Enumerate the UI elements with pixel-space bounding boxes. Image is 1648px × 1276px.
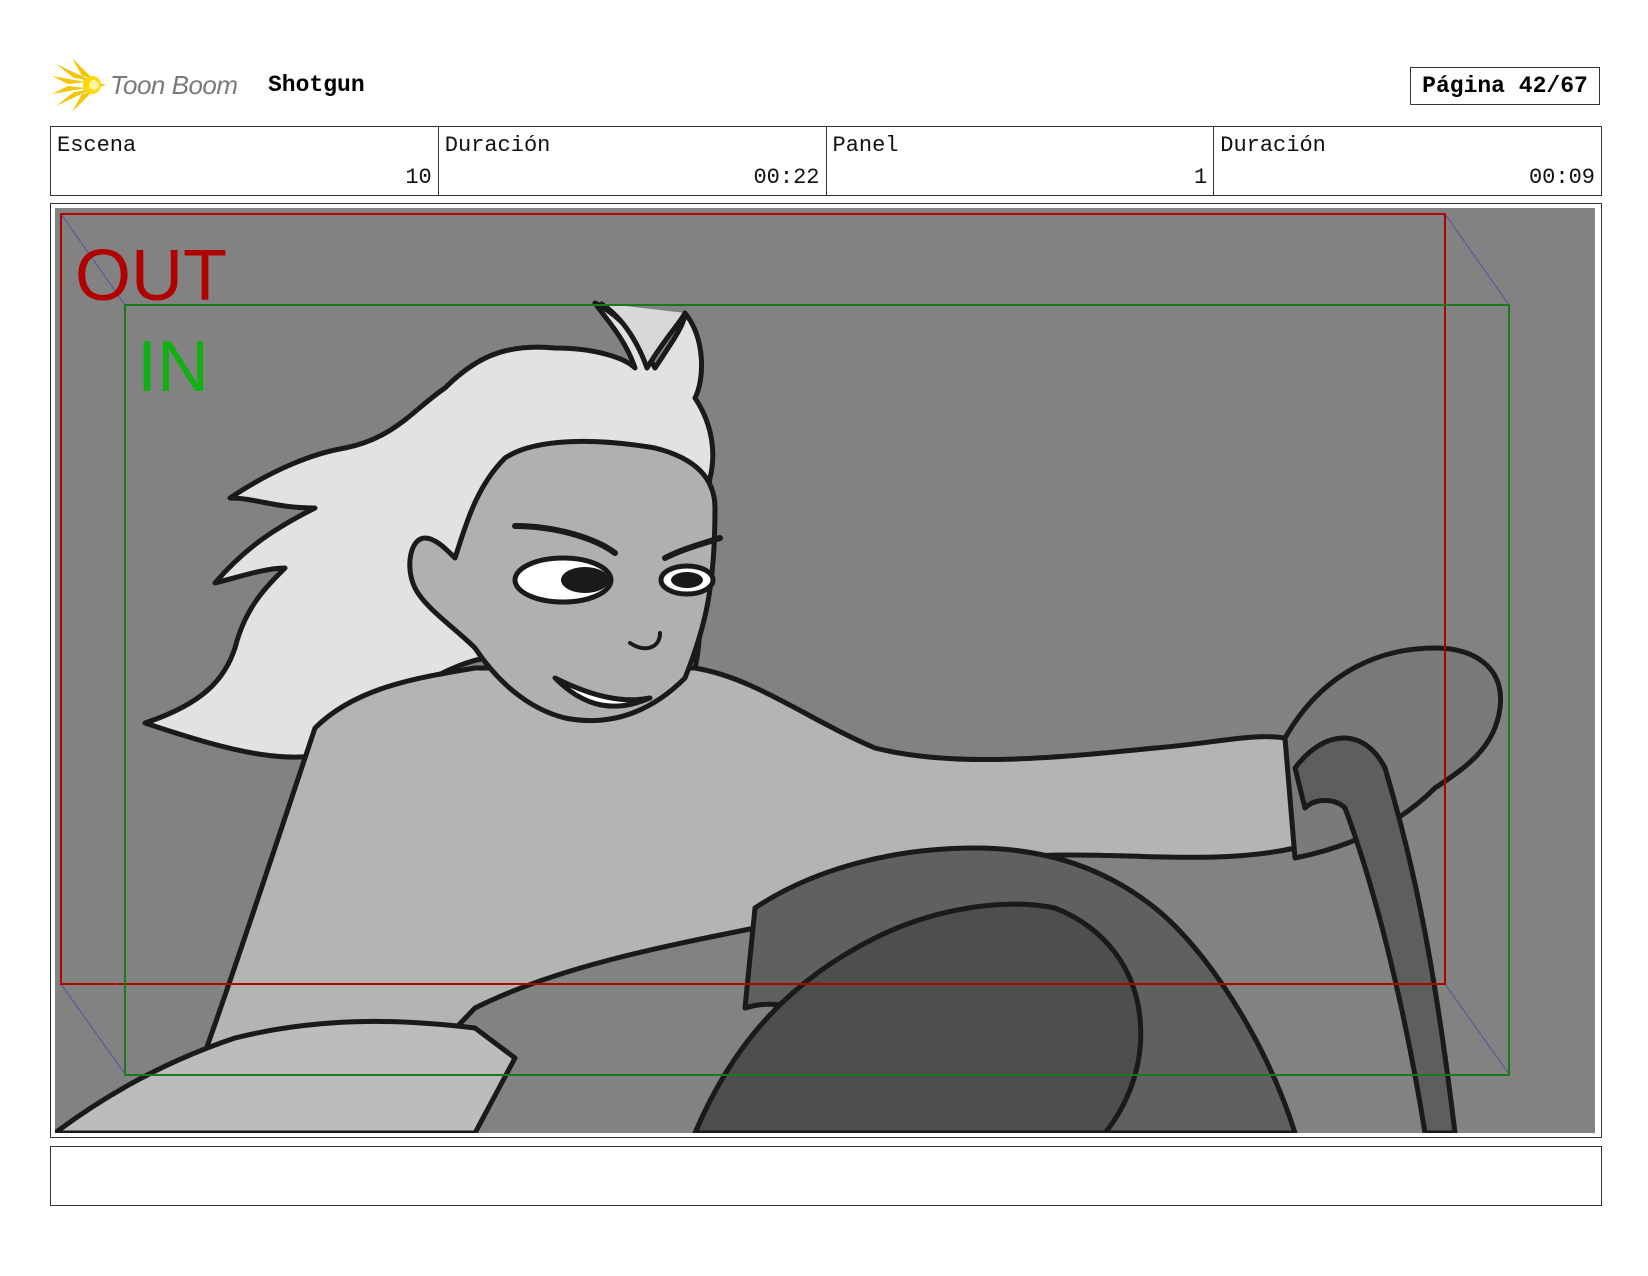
- panel-drawing: OUT IN: [55, 208, 1595, 1133]
- panel-notes: [50, 1146, 1602, 1206]
- starburst-logo-icon: [52, 58, 106, 112]
- panel-duration-value: 00:09: [1528, 165, 1595, 190]
- scene-cell: Escena 10: [51, 127, 439, 195]
- scene-value: 10: [405, 165, 432, 190]
- page-number: Página 42/67: [1410, 67, 1600, 105]
- project-title: Shotgun: [268, 72, 365, 98]
- scene-label: Escena: [57, 133, 137, 158]
- panel-value: 1: [1194, 165, 1208, 190]
- scene-duration-cell: Duración 00:22: [439, 127, 827, 195]
- panel-cell: Panel 1: [827, 127, 1215, 195]
- in-label: IN: [137, 327, 209, 407]
- panel-duration-cell: Duración 00:09: [1214, 127, 1601, 195]
- panel-label: Panel: [832, 133, 899, 158]
- out-label: OUT: [75, 236, 227, 316]
- panel-info-table: Escena 10 Duración 00:22 Panel 1 Duració…: [50, 126, 1602, 196]
- toon-boom-logo: Toon Boom: [52, 58, 238, 112]
- logo-text: Toon Boom: [110, 69, 238, 100]
- panel-duration-label: Duración: [1220, 133, 1326, 158]
- scene-duration-label: Duración: [444, 133, 551, 158]
- storyboard-panel: OUT IN: [50, 203, 1602, 1138]
- scene-duration-value: 00:22: [753, 165, 820, 190]
